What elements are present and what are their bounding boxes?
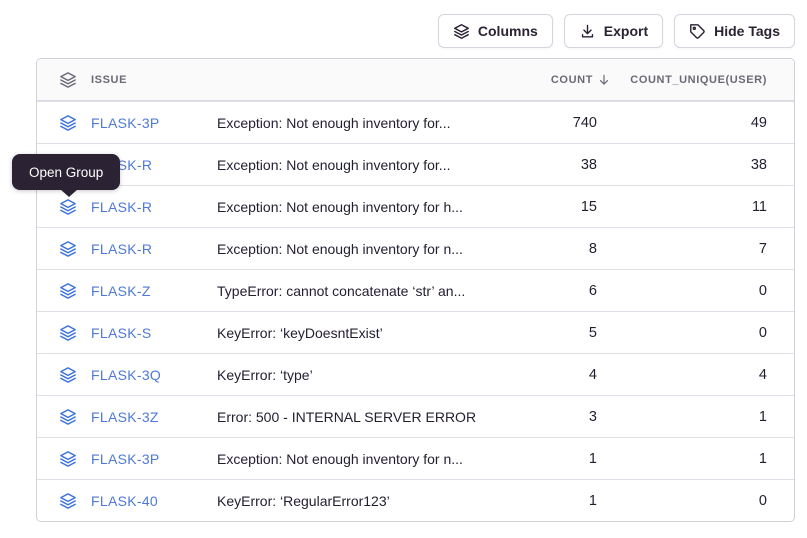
layers-icon[interactable] xyxy=(59,114,77,132)
count-unique-column-header[interactable]: COUNT_UNIQUE(USER) xyxy=(611,74,794,86)
tooltip-label: Open Group xyxy=(29,165,103,180)
columns-button[interactable]: Columns xyxy=(438,14,553,48)
table-row: FLASK-3P Exception: Not enough inventory… xyxy=(37,101,794,143)
count-value: 3 xyxy=(515,409,611,425)
issue-title: KeyError: ‘RegularError123’ xyxy=(217,493,515,509)
count-value: 4 xyxy=(515,367,611,383)
layers-icon xyxy=(453,23,470,40)
count-unique-column-label: COUNT_UNIQUE(USER) xyxy=(630,74,767,86)
export-button[interactable]: Export xyxy=(564,14,663,48)
table-row: FLASK-R Exception: Not enough inventory … xyxy=(37,143,794,185)
issue-link[interactable]: FLASK-3P xyxy=(91,115,160,131)
layers-icon xyxy=(59,71,77,89)
count-value: 8 xyxy=(515,241,611,257)
count-unique-value: 38 xyxy=(611,157,794,173)
count-unique-value: 0 xyxy=(611,325,794,341)
table-row: FLASK-3Z Error: 500 - INTERNAL SERVER ER… xyxy=(37,395,794,437)
count-value: 1 xyxy=(515,451,611,467)
table-row: FLASK-40 KeyError: ‘RegularError123’ 1 0 xyxy=(37,479,794,521)
sort-descending-icon xyxy=(597,73,611,87)
export-button-label: Export xyxy=(604,23,648,39)
columns-button-label: Columns xyxy=(478,23,538,39)
download-icon xyxy=(579,23,596,40)
count-value: 15 xyxy=(515,199,611,215)
layers-icon[interactable] xyxy=(59,240,77,258)
layers-icon[interactable] xyxy=(59,366,77,384)
count-unique-value: 4 xyxy=(611,367,794,383)
count-value: 6 xyxy=(515,283,611,299)
table-row: FLASK-S KeyError: ‘keyDoesntExist’ 5 0 xyxy=(37,311,794,353)
layers-icon[interactable] xyxy=(59,282,77,300)
count-column-header[interactable]: COUNT xyxy=(515,73,611,87)
issue-title: Exception: Not enough inventory for h... xyxy=(217,199,515,215)
table-row: FLASK-R Exception: Not enough inventory … xyxy=(37,227,794,269)
issues-table: ISSUE COUNT COUNT_UNIQUE(USER) FLASK-3P … xyxy=(36,58,795,522)
issue-title: Exception: Not enough inventory for... xyxy=(217,157,515,173)
count-value: 5 xyxy=(515,325,611,341)
issue-link[interactable]: FLASK-R xyxy=(91,241,152,257)
issue-title: Exception: Not enough inventory for n... xyxy=(217,241,515,257)
issue-title: TypeError: cannot concatenate ‘str’ an..… xyxy=(217,283,515,299)
issue-column-label: ISSUE xyxy=(91,74,127,86)
layers-icon[interactable] xyxy=(59,492,77,510)
table-row: FLASK-R Exception: Not enough inventory … xyxy=(37,185,794,227)
layers-icon[interactable] xyxy=(59,198,77,216)
issue-link[interactable]: FLASK-3P xyxy=(91,451,160,467)
issue-title: KeyError: ‘keyDoesntExist’ xyxy=(217,325,515,341)
issue-link[interactable]: FLASK-Z xyxy=(91,283,151,299)
count-unique-value: 11 xyxy=(611,199,794,215)
tooltip-caret xyxy=(60,189,78,197)
issue-link[interactable]: FLASK-S xyxy=(91,325,151,341)
tag-icon xyxy=(689,23,706,40)
issue-title: Exception: Not enough inventory for n... xyxy=(217,451,515,467)
table-row: FLASK-3Q KeyError: ‘type’ 4 4 xyxy=(37,353,794,395)
issue-column-header: ISSUE xyxy=(37,71,217,89)
layers-icon[interactable] xyxy=(59,408,77,426)
issue-title: KeyError: ‘type’ xyxy=(217,367,515,383)
count-unique-value: 1 xyxy=(611,451,794,467)
issue-title: Error: 500 - INTERNAL SERVER ERROR xyxy=(217,409,515,425)
table-header-row: ISSUE COUNT COUNT_UNIQUE(USER) xyxy=(37,59,794,101)
count-column-label: COUNT xyxy=(551,74,593,86)
toolbar: Columns Export Hide Tags xyxy=(438,14,795,48)
count-value: 38 xyxy=(515,157,611,173)
count-unique-value: 7 xyxy=(611,241,794,257)
issue-link[interactable]: FLASK-3Z xyxy=(91,409,159,425)
layers-icon[interactable] xyxy=(59,450,77,468)
layers-icon[interactable] xyxy=(59,324,77,342)
hide-tags-button[interactable]: Hide Tags xyxy=(674,14,795,48)
issue-title: Exception: Not enough inventory for... xyxy=(217,115,515,131)
count-unique-value: 1 xyxy=(611,409,794,425)
count-unique-value: 0 xyxy=(611,493,794,509)
issue-link[interactable]: FLASK-3Q xyxy=(91,367,161,383)
issue-link[interactable]: FLASK-R xyxy=(91,199,152,215)
issue-link[interactable]: FLASK-40 xyxy=(91,493,158,509)
table-row: FLASK-3P Exception: Not enough inventory… xyxy=(37,437,794,479)
count-value: 740 xyxy=(515,115,611,131)
count-unique-value: 0 xyxy=(611,283,794,299)
count-value: 1 xyxy=(515,493,611,509)
count-unique-value: 49 xyxy=(611,115,794,131)
hide-tags-button-label: Hide Tags xyxy=(714,23,780,39)
table-row: FLASK-Z TypeError: cannot concatenate ‘s… xyxy=(37,269,794,311)
open-group-tooltip: Open Group xyxy=(12,154,120,190)
